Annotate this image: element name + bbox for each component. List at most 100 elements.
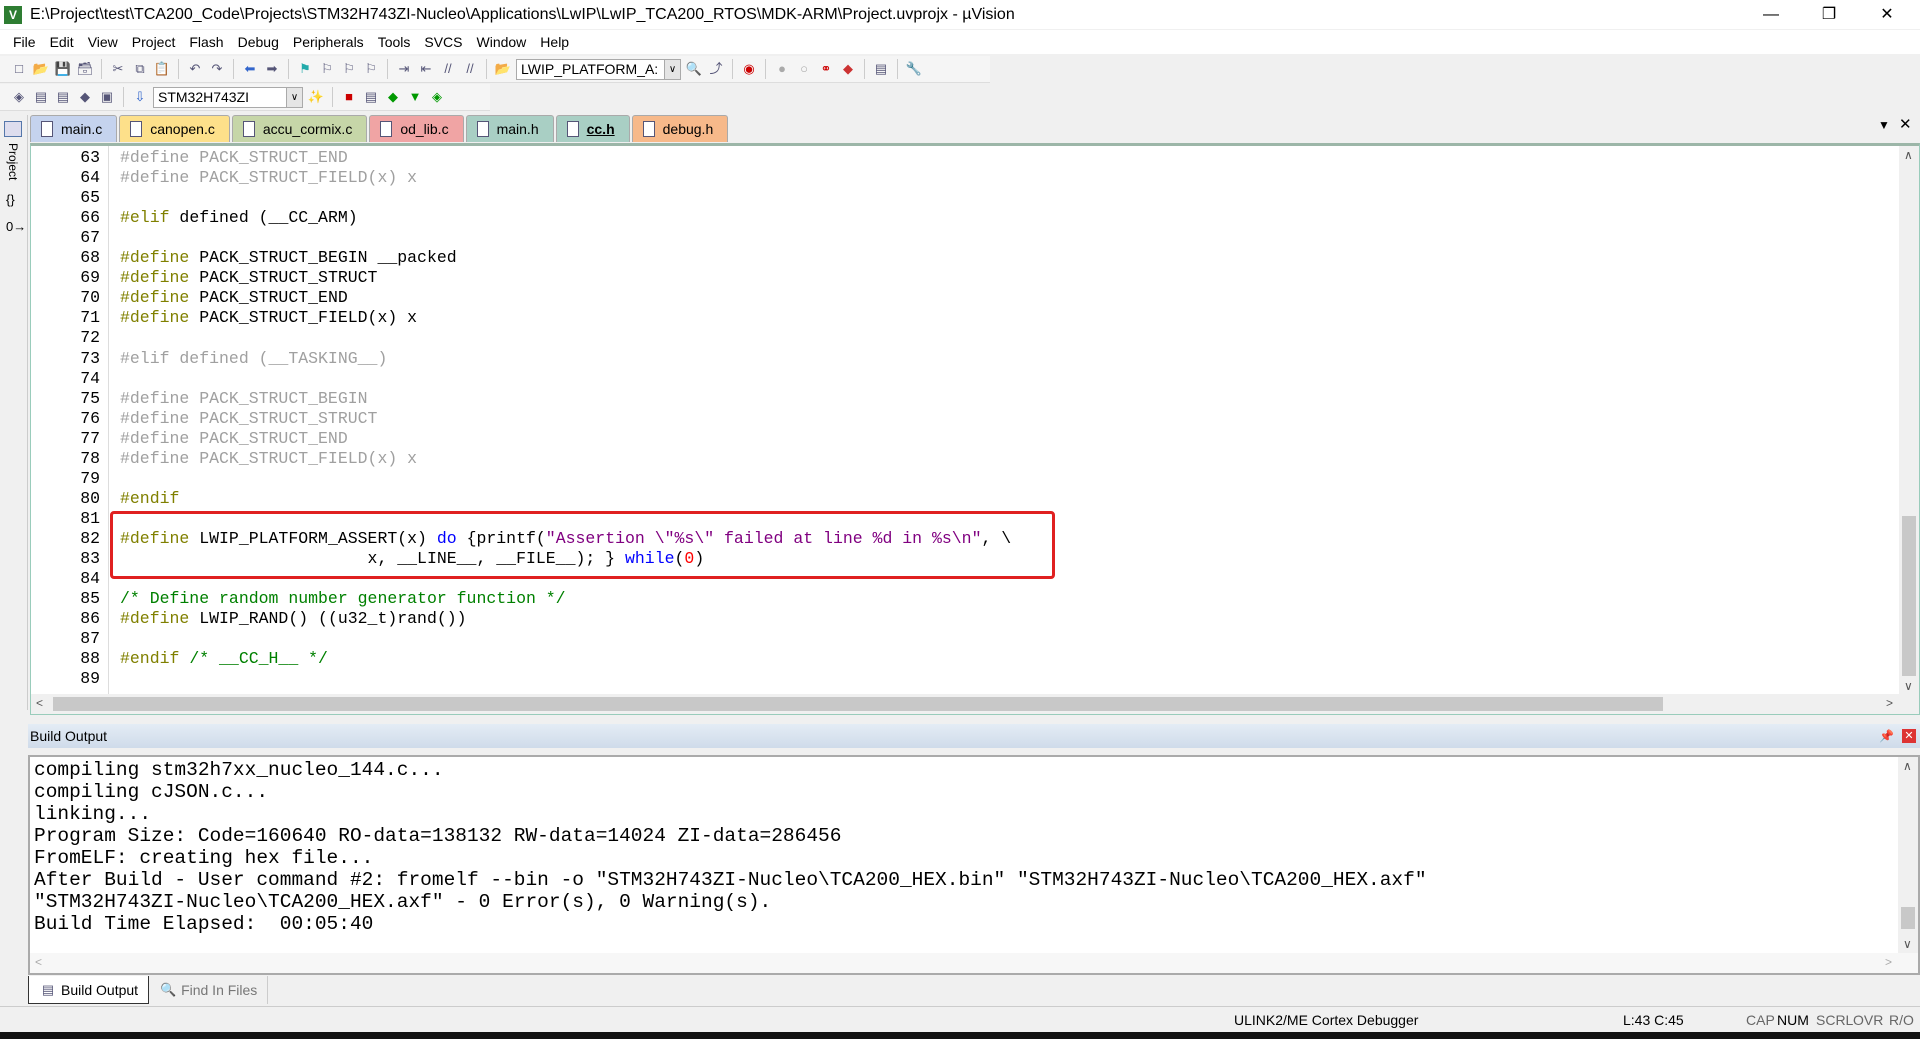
pack-installer-icon[interactable]: ▼ (406, 88, 424, 106)
editor-horizontal-scrollbar[interactable]: < > (31, 694, 1919, 714)
breakpoint-icon[interactable]: ● (773, 60, 791, 78)
code-editor[interactable]: 63 64 65 66 67 68 69 70 71 72 73 74 75 76 77 78 79 80 81 82… (30, 143, 1920, 715)
load-icon[interactable]: ⇩ (131, 88, 149, 106)
rebuild-icon[interactable]: ▤ (54, 88, 72, 106)
code-token: #define (120, 609, 200, 629)
tab-main-c[interactable]: main.c (30, 115, 118, 142)
build-output-header: Build Output 📌 ✕ (28, 724, 1920, 748)
close-panel-icon[interactable]: ✕ (1902, 729, 1916, 743)
prev-bookmark-icon[interactable]: ⚐ (318, 60, 336, 78)
save-icon[interactable]: 💾 (54, 60, 72, 78)
menu-help[interactable]: Help (533, 34, 576, 50)
output-vertical-scrollbar[interactable]: ∧ ∨ (1898, 757, 1918, 953)
nav-back-icon[interactable]: ⬅ (241, 60, 259, 78)
code-line: #define PACK_STRUCT_FIELD(x) x (120, 168, 417, 187)
configure-icon[interactable]: 🔧 (905, 60, 923, 78)
select-packs-icon[interactable]: ▤ (362, 88, 380, 106)
menu-peripherals[interactable]: Peripherals (286, 34, 371, 50)
chevron-down-icon[interactable]: ∨ (286, 87, 302, 107)
chevron-down-icon[interactable]: ∨ (664, 59, 680, 79)
comment-icon[interactable]: // (439, 60, 457, 78)
code-line: /* Define random number generator functi… (120, 589, 566, 608)
tab-od_lib-c[interactable]: od_lib.c (369, 115, 464, 142)
tab-cc-h[interactable]: cc.h (555, 115, 630, 142)
line-number: 89 (80, 669, 100, 689)
close-button[interactable]: ✕ (1858, 0, 1916, 29)
code-token: PACK_STRUCT_BEGIN __packed (199, 248, 457, 268)
new-file-icon[interactable]: □ (10, 60, 28, 78)
line-number: 72 (80, 328, 100, 348)
tab-build-output[interactable]: ▤ Build Output (28, 976, 150, 1004)
code-token: #define PACK_STRUCT_END (120, 148, 348, 167)
title-bar: V E:\Project\test\TCA200_Code\Projects\S… (0, 0, 1920, 29)
incremental-find-icon[interactable]: ⤴ (707, 60, 725, 78)
menu-flash[interactable]: Flash (182, 34, 230, 50)
find-combo[interactable]: LWIP_PLATFORM_A: ∨ (516, 58, 681, 80)
menu-svcs[interactable]: SVCS (417, 34, 469, 50)
uncomment-icon[interactable]: // (461, 60, 479, 78)
status-cap: CAP (1746, 1012, 1775, 1028)
manage-rte-icon[interactable]: ◆ (384, 88, 402, 106)
next-bookmark-icon[interactable]: ⚐ (340, 60, 358, 78)
copy-icon[interactable]: ⧉ (131, 60, 149, 78)
cut-icon[interactable]: ✂ (109, 60, 127, 78)
debug-start-icon[interactable]: ◉ (740, 60, 758, 78)
translate-icon[interactable]: ◈ (10, 88, 28, 106)
pin-icon[interactable]: 📌 (1879, 724, 1894, 748)
tab-canopen-c[interactable]: canopen.c (119, 115, 230, 142)
tab-list-dropdown-icon[interactable]: ▼ (1878, 118, 1890, 132)
bookmark-icon[interactable]: ⚑ (296, 60, 314, 78)
editor-vertical-scrollbar[interactable]: ∧ ∨ (1899, 146, 1919, 695)
undo-icon[interactable]: ↶ (186, 60, 204, 78)
project-tab-label[interactable]: Project (6, 143, 20, 180)
stop-build-icon[interactable]: ▣ (98, 88, 116, 106)
clear-bookmarks-icon[interactable]: ⚐ (362, 60, 380, 78)
window-layout-icon[interactable]: ▤ (872, 60, 890, 78)
code-token: PACK_STRUCT_END (199, 288, 348, 308)
templates-icon[interactable]: 0→ (6, 219, 26, 234)
tab-main-h[interactable]: main.h (465, 115, 554, 142)
menu-view[interactable]: View (81, 34, 125, 50)
target-options-icon[interactable]: ✨ (307, 88, 325, 106)
output-horizontal-scrollbar[interactable]: < > (30, 953, 1918, 973)
manage-project-icon[interactable]: ■ (340, 88, 358, 106)
breakpoint-disable-icon[interactable]: ○ (795, 60, 813, 78)
nav-forward-icon[interactable]: ➡ (263, 60, 281, 78)
tab-accu_cormix-c[interactable]: accu_cormix.c (231, 115, 368, 142)
target-select[interactable]: STM32H743ZI ∨ (153, 86, 303, 108)
tab-debug-h[interactable]: debug.h (631, 115, 729, 142)
paste-icon[interactable]: 📋 (153, 60, 171, 78)
find-in-files-icon[interactable]: 📂 (494, 60, 512, 78)
project-window-icon[interactable] (4, 121, 22, 137)
tab-find-in-files[interactable]: 🔍 Find In Files (149, 976, 269, 1004)
build-icon[interactable]: ▤ (32, 88, 50, 106)
find-icon[interactable]: 🔍 (685, 60, 703, 78)
indent-icon[interactable]: ⇥ (395, 60, 413, 78)
menu-window[interactable]: Window (470, 34, 534, 50)
batch-build-icon[interactable]: ◆ (76, 88, 94, 106)
breakpoints-disable-all-icon[interactable]: ⚭ (817, 60, 835, 78)
maximize-button[interactable]: ❐ (1800, 0, 1858, 29)
unindent-icon[interactable]: ⇤ (417, 60, 435, 78)
code-token: #define (120, 248, 200, 268)
menu-debug[interactable]: Debug (231, 34, 286, 50)
menu-project[interactable]: Project (125, 34, 183, 50)
software-packs-icon[interactable]: ◈ (428, 88, 446, 106)
code-line: #endif /* __CC_H__ */ (120, 649, 328, 668)
line-number: 66 (80, 208, 100, 228)
minimize-button[interactable]: — (1742, 0, 1800, 29)
save-all-icon[interactable]: 🗃 (76, 60, 94, 78)
line-number: 80 (80, 488, 100, 508)
breakpoints-kill-all-icon[interactable]: ◆ (839, 60, 857, 78)
menu-tools[interactable]: Tools (371, 34, 418, 50)
code-token: #endif (120, 488, 180, 508)
open-icon[interactable]: 📂 (32, 60, 50, 78)
redo-icon[interactable]: ↷ (208, 60, 226, 78)
build-output-text[interactable]: compiling stm32h7xx_nucleo_144.c... compi… (28, 755, 1920, 975)
line-number: 85 (80, 589, 100, 609)
line-number: 84 (80, 569, 100, 589)
functions-icon[interactable]: {} (6, 192, 21, 207)
menu-edit[interactable]: Edit (43, 34, 81, 50)
close-tab-icon[interactable]: ✕ (1899, 115, 1912, 133)
menu-file[interactable]: File (6, 34, 43, 50)
